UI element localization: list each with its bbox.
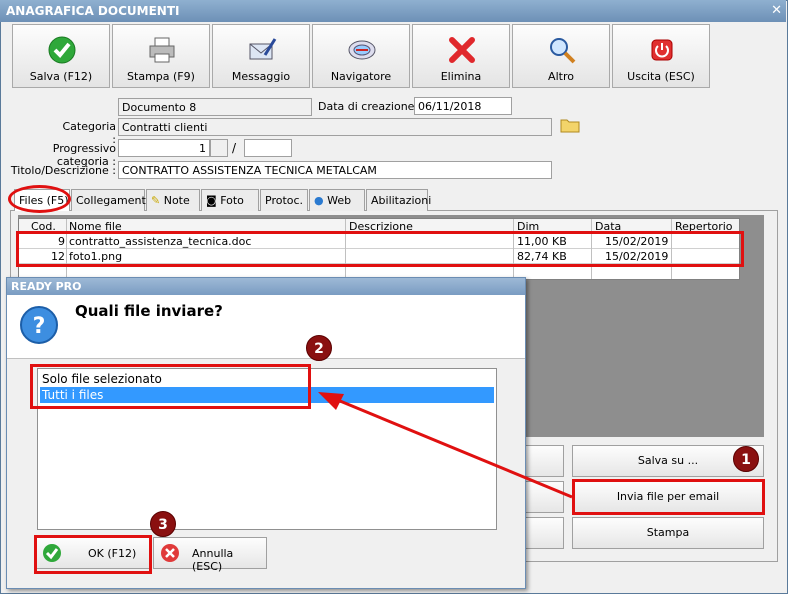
arrow-head — [318, 392, 344, 410]
arrow-line — [339, 399, 573, 499]
annotation-arrow — [318, 392, 573, 499]
